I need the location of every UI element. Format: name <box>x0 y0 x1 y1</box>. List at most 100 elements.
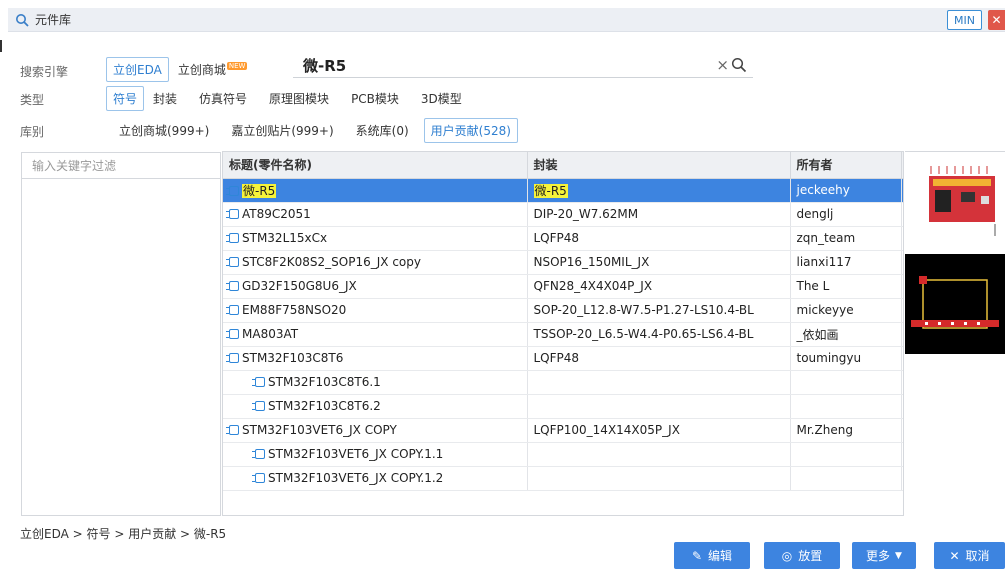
table-row[interactable]: STM32F103VET6_JX COPY.1.1 <box>223 442 903 467</box>
cell-owner[interactable]: mickeyye <box>790 298 902 323</box>
cell-owner[interactable]: lianxi117 <box>790 250 902 275</box>
table-row[interactable]: GD32F150G8U6_JX QFN28_4X4X04P_JX The L <box>223 274 903 299</box>
minimize-button[interactable]: MIN <box>947 10 982 30</box>
clear-icon[interactable]: × <box>716 56 729 74</box>
header-package[interactable]: 封装 <box>527 152 791 179</box>
tab-jlc-smt[interactable]: 嘉立创贴片(999+) <box>224 118 340 143</box>
cell-extra[interactable] <box>901 250 903 275</box>
cell-extra[interactable] <box>901 346 903 371</box>
breadcrumb: 立创EDA > 符号 > 用户贡献 > 微-R5 <box>20 527 227 541</box>
cell-extra[interactable] <box>901 274 903 299</box>
tab-lceda[interactable]: 立创EDA <box>106 57 169 82</box>
tab-system-lib[interactable]: 系统库(0) <box>349 118 416 143</box>
table-row[interactable]: STM32F103C8T6.1 <box>223 370 903 395</box>
cell-owner[interactable]: jeckeehy <box>790 178 902 203</box>
cell-owner[interactable] <box>790 442 902 467</box>
cell-extra[interactable] <box>901 466 903 491</box>
cell-package[interactable]: NSOP16_150MIL_JX <box>527 250 791 275</box>
caret-down-icon: ▼ <box>895 550 902 561</box>
cell-package[interactable]: DIP-20_W7.62MM <box>527 202 791 227</box>
cell-extra[interactable] <box>901 202 903 227</box>
edit-button[interactable]: ✎ 编辑 <box>674 542 750 569</box>
tab-pcb-module[interactable]: PCB模块 <box>344 86 406 111</box>
chip-icon <box>226 353 239 363</box>
cell-owner[interactable]: The L <box>790 274 902 299</box>
cell-package[interactable]: LQFP48 <box>527 226 791 251</box>
cell-owner[interactable]: zqn_team <box>790 226 902 251</box>
cell-extra[interactable] <box>901 226 903 251</box>
cell-title[interactable]: STM32F103VET6_JX COPY <box>223 418 528 443</box>
cancel-button[interactable]: ✕ 取消 <box>934 542 1005 569</box>
table-row[interactable]: STM32F103C8T6.2 <box>223 394 903 419</box>
cell-package[interactable] <box>527 370 791 395</box>
cell-package[interactable] <box>527 466 791 491</box>
table-row[interactable]: STM32F103VET6_JX COPY LQFP100_14X14X05P_J… <box>223 418 903 443</box>
cell-title[interactable]: AT89C2051 <box>223 202 528 227</box>
table-row[interactable]: STM32L15xCx LQFP48 zqn_team <box>223 226 903 251</box>
header-title[interactable]: 标题(零件名称) <box>223 152 528 179</box>
cell-package[interactable]: TSSOP-20_L6.5-W4.4-P0.65-LS6.4-BL <box>527 322 791 347</box>
cell-owner[interactable] <box>790 394 902 419</box>
cell-extra[interactable] <box>901 442 903 467</box>
header-extra[interactable]: 鲁 <box>901 152 903 179</box>
table-row[interactable]: STM32F103C8T6 LQFP48 toumingyu <box>223 346 903 371</box>
cell-title[interactable]: GD32F150G8U6_JX <box>223 274 528 299</box>
cell-extra[interactable]: 鲁 <box>901 178 903 203</box>
chip-icon <box>226 209 239 219</box>
tab-lcsc-lib[interactable]: 立创商城(999+) <box>112 118 216 143</box>
cell-owner[interactable]: Mr.Zheng <box>790 418 902 443</box>
window-title: 元件库 <box>35 13 72 27</box>
cell-package[interactable]: LQFP100_14X14X05P_JX <box>527 418 791 443</box>
cell-owner[interactable] <box>790 370 902 395</box>
cell-title[interactable]: 微-R5 <box>223 178 528 203</box>
cell-title[interactable]: STM32F103C8T6.2 <box>223 394 528 419</box>
cell-package[interactable] <box>527 394 791 419</box>
cell-title[interactable]: STM32F103VET6_JX COPY.1.1 <box>223 442 528 467</box>
cell-extra[interactable]: M <box>901 322 903 347</box>
header-owner[interactable]: 所有者 <box>790 152 902 179</box>
table-row[interactable]: AT89C2051 DIP-20_W7.62MM denglj <box>223 202 903 227</box>
cell-title[interactable]: MA803AT <box>223 322 528 347</box>
search-icon <box>16 13 29 27</box>
tab-symbol[interactable]: 符号 <box>106 86 145 111</box>
tab-user-contrib[interactable]: 用户贡献(528) <box>423 118 518 143</box>
tab-3d-model[interactable]: 3D模型 <box>414 86 469 111</box>
cell-extra[interactable] <box>901 418 903 443</box>
cell-title[interactable]: STM32F103C8T6.1 <box>223 370 528 395</box>
cell-title[interactable]: EM88F758NSO20 <box>223 298 528 323</box>
cell-extra[interactable]: E <box>901 298 903 323</box>
tab-footprint[interactable]: 封装 <box>146 86 184 111</box>
cell-package[interactable]: SOP-20_L12.8-W7.5-P1.27-LS10.4-BL <box>527 298 791 323</box>
cell-title[interactable]: STM32F103VET6_JX COPY.1.2 <box>223 466 528 491</box>
cell-package[interactable] <box>527 442 791 467</box>
footprint-preview-image <box>911 276 999 329</box>
filter-input[interactable] <box>22 153 220 179</box>
cell-extra[interactable] <box>901 394 903 419</box>
more-button[interactable]: 更多 ▼ <box>852 542 916 569</box>
cell-owner[interactable]: denglj <box>790 202 902 227</box>
cell-owner[interactable] <box>790 466 902 491</box>
cell-title[interactable]: STM32L15xCx <box>223 226 528 251</box>
cell-package[interactable]: LQFP48 <box>527 346 791 371</box>
cell-title[interactable]: STC8F2K08S2_SOP16_JX copy <box>223 250 528 275</box>
cell-owner[interactable]: toumingyu <box>790 346 902 371</box>
cell-package[interactable]: 微-R5 <box>527 178 791 203</box>
cell-owner[interactable]: _依如画 <box>790 322 902 347</box>
cell-title[interactable]: STM32F103C8T6 <box>223 346 528 371</box>
table-row[interactable]: 微-R5微-R5jeckeehy鲁 <box>223 178 903 203</box>
tab-schematic-module[interactable]: 原理图模块 <box>262 86 336 111</box>
cell-package[interactable]: QFN28_4X4X04P_JX <box>527 274 791 299</box>
search-icon[interactable] <box>731 57 747 73</box>
cell-extra[interactable] <box>901 370 903 395</box>
table-row[interactable]: STM32F103VET6_JX COPY.1.2 <box>223 466 903 491</box>
table-row[interactable]: STC8F2K08S2_SOP16_JX copy NSOP16_150MIL_J… <box>223 250 903 275</box>
chip-icon <box>226 425 239 435</box>
chip-icon <box>252 473 265 483</box>
table-row[interactable]: MA803AT TSSOP-20_L6.5-W4.4-P0.65-LS6.4-BL… <box>223 322 903 347</box>
tab-lcsc[interactable]: 立创商城 NEW <box>171 57 255 82</box>
tab-sim-symbol[interactable]: 仿真符号 <box>192 86 254 111</box>
place-button[interactable]: ◎ 放置 <box>764 542 840 569</box>
table-row[interactable]: EM88F758NSO20 SOP-20_L12.8-W7.5-P1.27-LS1… <box>223 298 903 323</box>
search-input[interactable]: 微-R5 <box>303 55 346 76</box>
close-button[interactable]: ✕ <box>988 10 1005 30</box>
